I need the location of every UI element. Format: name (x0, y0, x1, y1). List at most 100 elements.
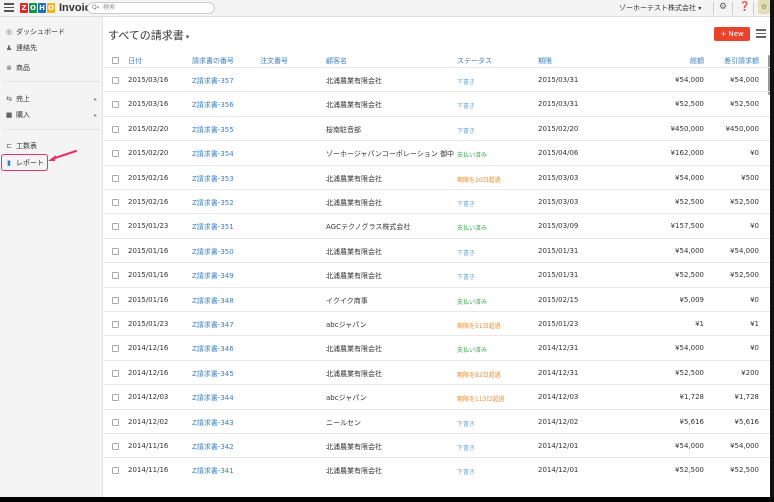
row-checkbox[interactable] (112, 174, 119, 182)
column-header-due-date[interactable]: 期限 (538, 56, 552, 66)
sidebar-item-contacts[interactable]: ♟ 連絡先 (5, 42, 100, 54)
divider (732, 2, 733, 15)
search-input[interactable]: Q▾ 検索 (87, 2, 215, 14)
row-checkbox[interactable] (112, 125, 119, 133)
table-row[interactable]: 2015/01/16 Z請求書-349 北浦農業有限会社 下書き 2015/01/31 ¥… (104, 262, 770, 286)
sidebar-item-items[interactable]: ⊗ 商品 (5, 62, 100, 74)
column-header-invoice-number[interactable]: 請求書の番号 (192, 56, 234, 66)
table-row[interactable]: 2015/02/16 Z請求書-352 北浦農業有限会社 下書き 2015/03/03 ¥… (104, 189, 770, 213)
table-row[interactable]: 2015/01/16 Z請求書-348 イクイク商事 支払い済み 2015/02/15 ¥… (104, 286, 770, 311)
cell-invoice-number[interactable]: Z請求書-347 (192, 320, 234, 330)
table-row[interactable]: 2015/01/23 Z請求書-351 AGCテクノグラス株式会社 支払い済み 2015… (104, 213, 770, 237)
cell-due-date: 2015/03/31 (538, 100, 579, 109)
column-header-balance[interactable]: 差引請求額 (689, 56, 759, 66)
status-badge: 期限を51日超過 (457, 323, 501, 330)
new-invoice-button[interactable]: + New (714, 27, 750, 41)
cell-invoice-number[interactable]: Z請求書-351 (192, 222, 234, 232)
table-row[interactable]: 2015/03/16 Z請求書-356 北浦農業有限会社 下書き 2015/03/31 ¥… (104, 91, 770, 115)
cell-customer: 北浦農業有限会社 (326, 247, 382, 256)
table-row[interactable]: 2014/12/02 Z請求書-343 ニールセン 下書き 2014/12/02 ¥5,6… (104, 408, 770, 433)
search-caret-icon[interactable]: ▾ (97, 5, 100, 11)
chevron-right-icon: ▸ (93, 111, 97, 119)
table-row[interactable]: 2015/03/16 Z請求書-357 北浦農業有限会社 下書き 2015/03/31 ¥… (104, 67, 770, 91)
cell-invoice-number[interactable]: Z請求書-341 (192, 466, 234, 476)
cell-date: 2015/03/16 (128, 76, 169, 84)
row-checkbox[interactable] (112, 272, 119, 280)
row-checkbox[interactable] (112, 77, 119, 84)
cell-invoice-number[interactable]: Z請求書-348 (192, 296, 234, 306)
row-checkbox[interactable] (112, 418, 119, 426)
organization-switcher[interactable]: ゾーホーテスト株式会社 ▾ (619, 3, 701, 13)
cell-invoice-number[interactable]: Z請求書-349 (192, 271, 234, 281)
cell-invoice-number[interactable]: Z請求書-355 (192, 125, 234, 135)
help-icon[interactable]: ❓ (739, 2, 750, 12)
status-badge: 下書き (457, 127, 476, 135)
cell-invoice-number[interactable]: Z請求書-343 (192, 418, 234, 428)
cell-invoice-number[interactable]: Z請求書-353 (192, 174, 234, 184)
table-row[interactable]: 2015/02/20 Z請求書-355 桜南駐音部 下書き 2015/02/20 ¥450… (104, 115, 770, 140)
status-badge: 期限を113日超過 (457, 396, 505, 404)
cell-due-date: 2015/03/09 (538, 222, 579, 231)
logo-letter: O (29, 3, 37, 13)
cell-invoice-number[interactable]: Z請求書-342 (192, 442, 234, 452)
cell-date: 2015/01/16 (128, 271, 169, 280)
hamburger-menu-icon[interactable] (4, 3, 14, 13)
cell-invoice-number[interactable]: Z請求書-354 (192, 149, 234, 159)
cell-due-date: 2015/01/31 (538, 246, 579, 255)
list-menu-icon[interactable] (756, 28, 766, 40)
row-checkbox[interactable] (112, 443, 119, 450)
cell-invoice-number[interactable]: Z請求書-346 (192, 344, 234, 354)
select-all-checkbox[interactable] (112, 57, 119, 64)
cell-date: 2015/01/23 (128, 222, 169, 231)
cell-date: 2015/02/20 (128, 124, 169, 133)
row-checkbox[interactable] (112, 150, 119, 158)
dashboard-icon: ◎ (5, 28, 13, 36)
table-row[interactable]: 2015/01/16 Z請求書-350 北浦農業有限会社 下書き 2015/01/31 ¥… (104, 237, 770, 262)
table-row[interactable]: 2014/12/16 Z請求書-345 北浦農業有限会社 期限を82日超過 2014/1… (104, 359, 770, 384)
row-checkbox[interactable] (112, 467, 119, 475)
cell-due-date: 2015/03/31 (538, 76, 579, 84)
status-badge: 下書き (457, 445, 476, 452)
sidebar-item-dashboard[interactable]: ◎ ダッシュボード (5, 26, 100, 38)
table-row[interactable]: 2014/11/16 Z請求書-342 北浦農業有限会社 下書き 2014/12/01 ¥… (104, 433, 770, 457)
column-header-status[interactable]: ステータス (457, 56, 492, 66)
cell-invoice-number[interactable]: Z請求書-344 (192, 393, 234, 403)
table-row[interactable]: 2015/02/16 Z請求書-353 北浦農業有限会社 期限を20日超過 2015/0… (104, 164, 770, 189)
sidebar-item-sales[interactable]: ⇆ 売上 ▸ (5, 93, 100, 105)
row-checkbox[interactable] (112, 345, 119, 353)
cell-invoice-number[interactable]: Z請求書-350 (192, 247, 234, 257)
main-content: すべての請求書 ▾ + New 日付 請求書の番号 注文番号 顧客名 ステータス … (104, 17, 770, 497)
table-row[interactable]: 2014/12/16 Z請求書-346 北浦農業有限会社 支払い済み 2014/12/3… (104, 335, 770, 359)
column-header-customer[interactable]: 顧客名 (326, 56, 347, 66)
divider (713, 2, 714, 15)
sidebar-item-purchases[interactable]: ■ 購入 ▸ (5, 109, 100, 121)
row-checkbox[interactable] (112, 369, 119, 377)
status-badge: 支払い済み (457, 152, 488, 160)
cell-date: 2014/12/02 (128, 417, 169, 426)
cell-date: 2014/11/16 (128, 442, 169, 450)
sidebar-item-label: 売上 (16, 95, 30, 103)
page-title[interactable]: すべての請求書 ▾ (108, 27, 189, 43)
zoho-invoice-logo[interactable]: Z O H O Invoice (20, 1, 97, 15)
table-row[interactable]: 2015/01/23 Z請求書-347 abcジャパン 期限を51日超過 2015/01… (104, 311, 770, 335)
cell-invoice-number[interactable]: Z請求書-352 (192, 198, 234, 208)
table-row[interactable]: 2014/12/03 Z請求書-344 abcジャパン 期限を113日超過 2014/1… (104, 384, 770, 408)
row-checkbox[interactable] (112, 394, 119, 402)
cell-invoice-number[interactable]: Z請求書-345 (192, 369, 234, 379)
cell-date: 2014/12/16 (128, 344, 169, 353)
row-checkbox[interactable] (112, 321, 119, 328)
column-header-date[interactable]: 日付 (128, 56, 142, 66)
row-checkbox[interactable] (112, 101, 119, 109)
row-checkbox[interactable] (112, 247, 119, 255)
avatar[interactable]: ✿ (758, 0, 770, 14)
table-row[interactable]: 2014/11/16 Z請求書-341 北浦農業有限会社 下書き 2014/12/01 ¥… (104, 457, 770, 481)
cell-invoice-number[interactable]: Z請求書-357 (192, 76, 234, 86)
gear-icon[interactable]: ⚙ (719, 2, 727, 12)
row-checkbox[interactable] (112, 199, 119, 206)
row-checkbox[interactable] (112, 223, 119, 231)
row-checkbox[interactable] (112, 296, 119, 304)
table-row[interactable]: 2015/02/20 Z請求書-354 ゾーホージャパンコーポレーション 御中 支払い… (104, 140, 770, 164)
column-header-order-number[interactable]: 注文番号 (260, 56, 288, 66)
timesheet-icon: ⊏ (6, 142, 12, 150)
cell-invoice-number[interactable]: Z請求書-356 (192, 100, 234, 110)
